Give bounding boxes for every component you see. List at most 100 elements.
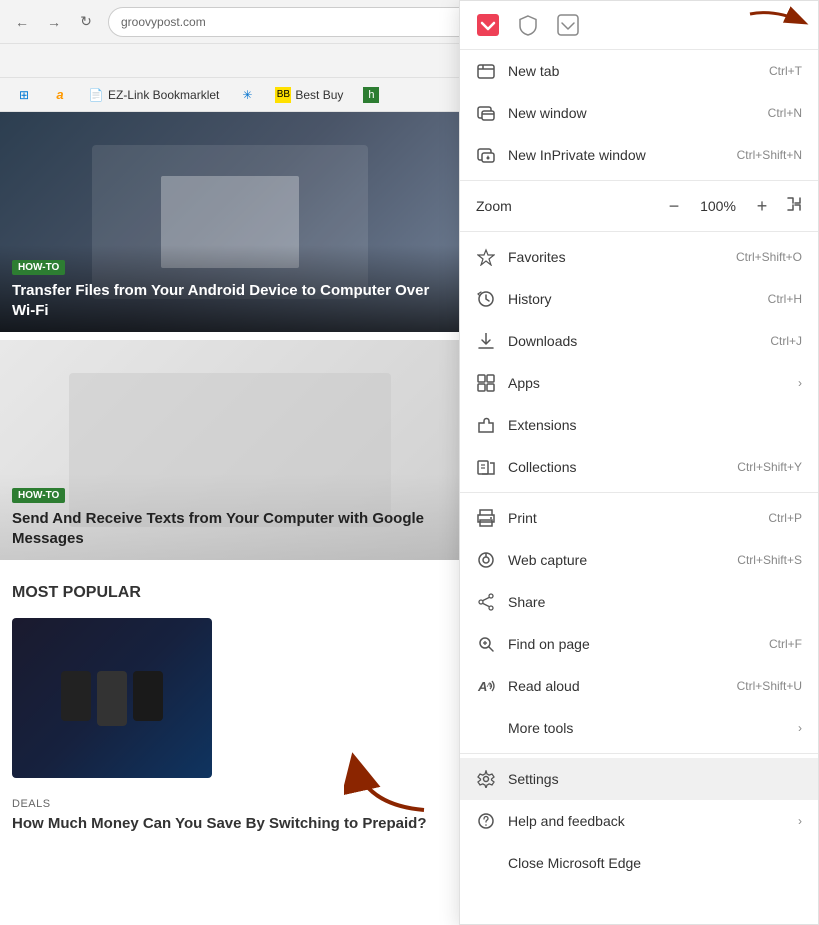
collections-menu-icon xyxy=(476,457,496,477)
bookmark-other[interactable]: h xyxy=(355,84,387,106)
close-edge-label: Close Microsoft Edge xyxy=(508,855,802,871)
menu-item-collections[interactable]: Collections Ctrl+Shift+Y xyxy=(460,446,818,488)
phone-image xyxy=(12,618,212,778)
divider-1 xyxy=(460,180,818,181)
nav-buttons: ← → ↻ xyxy=(8,8,100,36)
divider-3 xyxy=(460,492,818,493)
new-tab-label: New tab xyxy=(508,63,769,79)
read-aloud-menu-icon: A ʌ xyxy=(476,676,496,696)
menu-shield-icon[interactable] xyxy=(512,9,544,41)
context-menu: New tab Ctrl+T New window Ctrl+N New InP… xyxy=(459,0,819,925)
menu-item-read-aloud[interactable]: A ʌ Read aloud Ctrl+Shift+U xyxy=(460,665,818,707)
menu-item-web-capture[interactable]: Web capture Ctrl+Shift+S xyxy=(460,539,818,581)
share-menu-icon xyxy=(476,592,496,612)
menu-top-icons xyxy=(460,1,818,50)
history-menu-icon xyxy=(476,289,496,309)
how-to-badge-2: HOW-TO xyxy=(12,488,65,503)
inprivate-shortcut: Ctrl+Shift+N xyxy=(737,148,802,162)
read-aloud-shortcut: Ctrl+Shift+U xyxy=(737,679,802,693)
menu-pocket-icon[interactable] xyxy=(472,9,504,41)
zoom-controls: − 100% + xyxy=(662,194,774,218)
menu-item-extensions[interactable]: Extensions xyxy=(460,404,818,446)
menu-item-print[interactable]: Print Ctrl+P xyxy=(460,497,818,539)
bookmark-ezlink[interactable]: 📄 EZ-Link Bookmarklet xyxy=(80,84,227,106)
menu-item-apps[interactable]: Apps › xyxy=(460,362,818,404)
deals-label: DEALS xyxy=(12,798,448,810)
help-arrow: › xyxy=(798,814,802,828)
menu-item-find[interactable]: Find on page Ctrl+F xyxy=(460,623,818,665)
favorites-menu-icon xyxy=(476,247,496,267)
svg-text:ʌ: ʌ xyxy=(486,680,491,689)
menu-item-new-window[interactable]: New window Ctrl+N xyxy=(460,92,818,134)
menu-item-favorites[interactable]: Favorites Ctrl+Shift+O xyxy=(460,236,818,278)
bookmark-walmart[interactable]: ✳ xyxy=(231,84,263,106)
apps-menu-icon xyxy=(476,373,496,393)
menu-item-history[interactable]: History Ctrl+H xyxy=(460,278,818,320)
settings-menu-icon xyxy=(476,769,496,789)
extensions-label: Extensions xyxy=(508,417,802,433)
find-shortcut: Ctrl+F xyxy=(769,637,802,651)
new-window-label: New window xyxy=(508,105,768,121)
refresh-button[interactable]: ↻ xyxy=(72,8,100,36)
bookmark-bestbuy[interactable]: BB Best Buy xyxy=(267,84,351,106)
share-label: Share xyxy=(508,594,802,610)
menu-item-share[interactable]: Share xyxy=(460,581,818,623)
inprivate-icon xyxy=(476,145,496,165)
forward-button[interactable]: → xyxy=(40,8,68,36)
zoom-minus-button[interactable]: − xyxy=(662,194,686,218)
menu-pocket-save-icon[interactable] xyxy=(552,9,584,41)
history-label: History xyxy=(508,291,768,307)
menu-item-downloads[interactable]: Downloads Ctrl+J xyxy=(460,320,818,362)
deals-title: How Much Money Can You Save By Switching… xyxy=(12,814,448,834)
collections-label: Collections xyxy=(508,459,737,475)
settings-label: Settings xyxy=(508,771,802,787)
apps-arrow: › xyxy=(798,376,802,390)
close-edge-menu-icon xyxy=(476,853,496,873)
bookmark-amazon[interactable]: a xyxy=(44,84,76,106)
find-label: Find on page xyxy=(508,636,769,652)
more-tools-arrow: › xyxy=(798,721,802,735)
page-content: ⊞ a 📄 EZ-Link Bookmarklet ✳ BB Best Buy … xyxy=(0,78,460,925)
print-menu-icon xyxy=(476,508,496,528)
article-title-2: Send And Receive Texts from Your Compute… xyxy=(12,509,448,548)
extensions-menu-icon xyxy=(476,415,496,435)
article-card-1[interactable]: HOW-TO Transfer Files from Your Android … xyxy=(0,112,460,332)
article-title-1: Transfer Files from Your Android Device … xyxy=(12,281,448,320)
favorites-label: Favorites xyxy=(508,249,736,265)
menu-item-settings[interactable]: Settings xyxy=(460,758,818,800)
zoom-value: 100% xyxy=(698,198,738,214)
web-capture-menu-icon xyxy=(476,550,496,570)
favorites-shortcut: Ctrl+Shift+O xyxy=(736,250,802,264)
menu-item-close-edge[interactable]: Close Microsoft Edge xyxy=(460,842,818,884)
deals-card[interactable]: DEALS How Much Money Can You Save By Swi… xyxy=(0,786,460,846)
menu-item-more-tools[interactable]: More tools › xyxy=(460,707,818,749)
downloads-label: Downloads xyxy=(508,333,770,349)
more-tools-menu-icon xyxy=(476,718,496,738)
new-window-icon xyxy=(476,103,496,123)
web-capture-shortcut: Ctrl+Shift+S xyxy=(737,553,802,567)
help-label: Help and feedback xyxy=(508,813,790,829)
bookmark-microsoft[interactable]: ⊞ xyxy=(8,84,40,106)
new-tab-icon xyxy=(476,61,496,81)
zoom-label: Zoom xyxy=(476,198,662,214)
back-button[interactable]: ← xyxy=(8,8,36,36)
menu-item-new-tab[interactable]: New tab Ctrl+T xyxy=(460,50,818,92)
web-capture-label: Web capture xyxy=(508,552,737,568)
most-popular-heading: MOST POPULAR xyxy=(0,568,460,610)
svg-text:A: A xyxy=(477,679,487,694)
article-card-2[interactable]: HOW-TO Send And Receive Texts from Your … xyxy=(0,340,460,560)
new-window-shortcut: Ctrl+N xyxy=(768,106,802,120)
history-shortcut: Ctrl+H xyxy=(768,292,802,306)
menu-item-help[interactable]: Help and feedback › xyxy=(460,800,818,842)
zoom-row: Zoom − 100% + xyxy=(460,185,818,227)
inprivate-label: New InPrivate window xyxy=(508,147,737,163)
article-overlay-2: HOW-TO Send And Receive Texts from Your … xyxy=(0,473,460,560)
divider-4 xyxy=(460,753,818,754)
zoom-plus-button[interactable]: + xyxy=(750,194,774,218)
menu-item-inprivate[interactable]: New InPrivate window Ctrl+Shift+N xyxy=(460,134,818,176)
help-menu-icon xyxy=(476,811,496,831)
zoom-expand-button[interactable] xyxy=(786,196,802,217)
read-aloud-label: Read aloud xyxy=(508,678,737,694)
print-shortcut: Ctrl+P xyxy=(768,511,802,525)
more-tools-label: More tools xyxy=(508,720,790,736)
